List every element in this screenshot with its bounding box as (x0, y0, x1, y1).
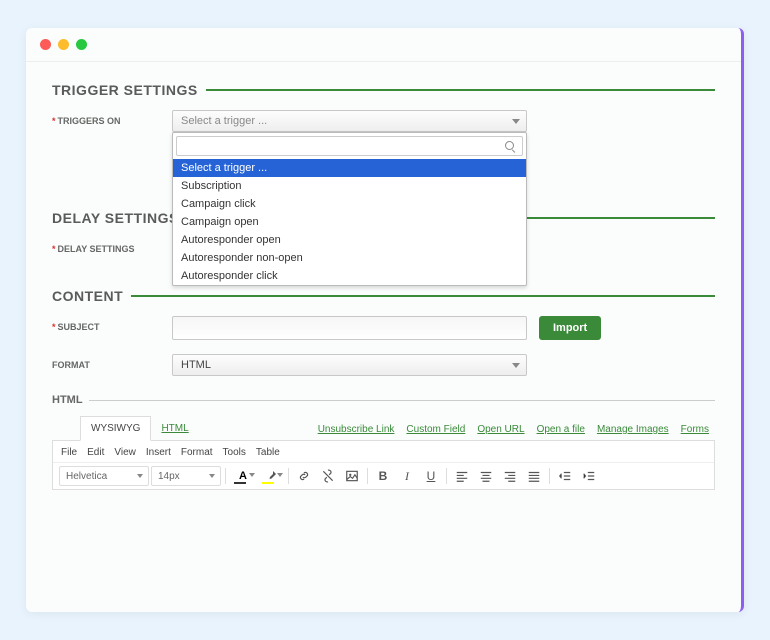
menu-file[interactable]: File (61, 447, 77, 458)
bold-icon[interactable]: B (372, 466, 394, 486)
image-icon[interactable] (341, 466, 363, 486)
font-size-select[interactable]: 14px (151, 466, 221, 486)
editor-tabs: WYSIWYG HTML Unsubscribe Link Custom Fiel… (52, 416, 715, 441)
editor-toolbar: Helvetica 14px A B I U (53, 462, 714, 489)
html-subheader: HTML (52, 394, 715, 406)
toolbar-link[interactable]: Forms (681, 424, 709, 435)
underline-icon[interactable]: U (420, 466, 442, 486)
italic-icon[interactable]: I (396, 466, 418, 486)
align-center-icon[interactable] (475, 466, 497, 486)
trigger-option[interactable]: Campaign open (173, 213, 526, 231)
delay-label: *DELAY SETTINGS (52, 238, 172, 254)
import-button[interactable]: Import (539, 316, 601, 340)
close-dot[interactable] (40, 39, 51, 50)
trigger-section-header: TRIGGER SETTINGS (52, 82, 715, 98)
font-family-select[interactable]: Helvetica (59, 466, 149, 486)
align-justify-icon[interactable] (523, 466, 545, 486)
editor: File Edit View Insert Format Tools Table Helve… (52, 441, 715, 490)
trigger-option[interactable]: Subscription (173, 177, 526, 195)
toolbar-link[interactable]: Manage Images (597, 424, 669, 435)
unlink-icon[interactable] (317, 466, 339, 486)
triggers-on-label: *TRIGGERS ON (52, 110, 172, 132)
format-select[interactable]: HTML (172, 354, 527, 376)
trigger-option[interactable]: Autoresponder open (173, 231, 526, 249)
content-title: CONTENT (52, 288, 131, 304)
content-section-header: CONTENT (52, 288, 715, 304)
link-icon[interactable] (293, 466, 315, 486)
toolbar-link[interactable]: Unsubscribe Link (318, 424, 395, 435)
trigger-option[interactable]: Autoresponder non-open (173, 249, 526, 267)
align-left-icon[interactable] (451, 466, 473, 486)
toolbar-link[interactable]: Custom Field (406, 424, 465, 435)
editor-menubar: File Edit View Insert Format Tools Table (53, 443, 714, 462)
toolbar-link[interactable]: Open a file (537, 424, 585, 435)
menu-edit[interactable]: Edit (87, 447, 104, 458)
menu-tools[interactable]: Tools (223, 447, 246, 458)
delay-title: DELAY SETTINGS (52, 210, 187, 226)
chevron-down-icon (512, 119, 520, 124)
window-titlebar (26, 28, 741, 62)
menu-view[interactable]: View (114, 447, 136, 458)
trigger-dropdown: Select a trigger ...SubscriptionCampaign… (172, 132, 527, 286)
chevron-down-icon (512, 363, 520, 368)
format-label: FORMAT (52, 354, 172, 376)
trigger-option[interactable]: Select a trigger ... (173, 159, 526, 177)
menu-table[interactable]: Table (256, 447, 280, 458)
trigger-title: TRIGGER SETTINGS (52, 82, 206, 98)
align-right-icon[interactable] (499, 466, 521, 486)
tab-wysiwyg[interactable]: WYSIWYG (80, 416, 151, 441)
menu-format[interactable]: Format (181, 447, 213, 458)
subject-input[interactable] (172, 316, 527, 340)
maximize-dot[interactable] (76, 39, 87, 50)
trigger-search-input[interactable] (176, 136, 523, 156)
trigger-select[interactable]: Select a trigger ... (172, 110, 527, 132)
tab-html[interactable]: HTML (151, 417, 198, 440)
text-color-button[interactable]: A (230, 466, 256, 486)
minimize-dot[interactable] (58, 39, 69, 50)
trigger-option[interactable]: Campaign click (173, 195, 526, 213)
menu-insert[interactable]: Insert (146, 447, 171, 458)
subject-label: *SUBJECT (52, 316, 172, 340)
outdent-icon[interactable] (554, 466, 576, 486)
toolbar-link[interactable]: Open URL (477, 424, 524, 435)
indent-icon[interactable] (578, 466, 600, 486)
search-icon (505, 141, 516, 152)
trigger-option[interactable]: Autoresponder click (173, 267, 526, 285)
highlight-color-button[interactable] (258, 466, 284, 486)
